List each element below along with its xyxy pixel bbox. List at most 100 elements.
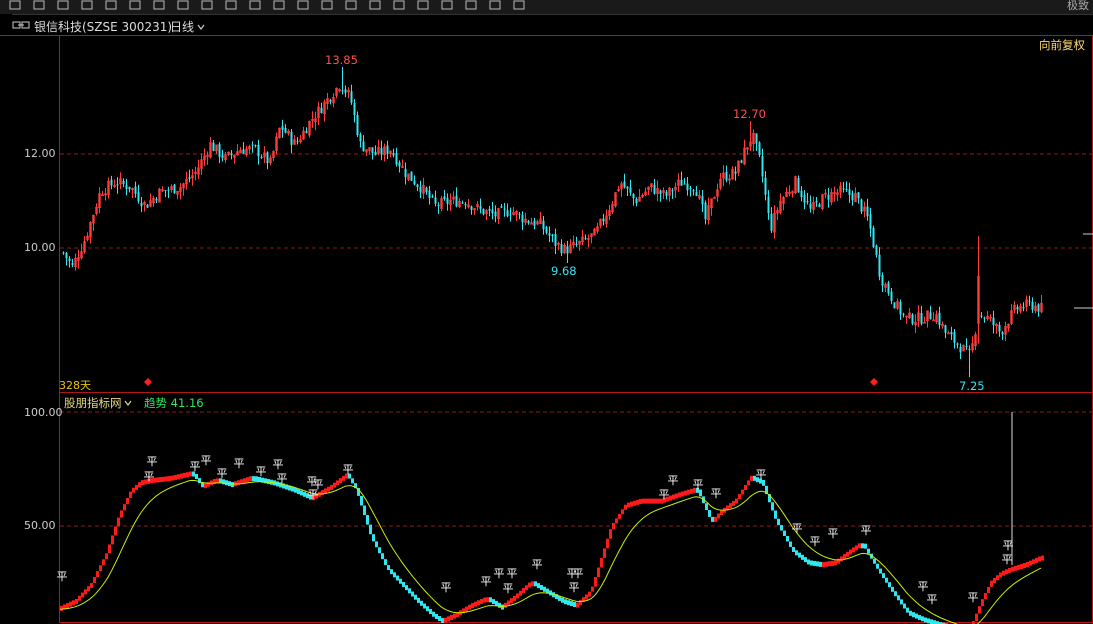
flat-marker: 平 [968, 591, 979, 604]
trend-bar [474, 601, 477, 607]
candle-body [629, 187, 632, 193]
candle-body [902, 313, 905, 315]
trend-bar [420, 600, 423, 606]
candle-body [797, 178, 800, 193]
trend-bar [654, 498, 657, 504]
candle-body [878, 254, 881, 277]
trend-bar [225, 480, 228, 486]
candle-body [881, 275, 884, 286]
trend-bar [801, 554, 804, 560]
candle-body [803, 195, 806, 203]
chart-canvas[interactable]: 平平平平 平平平平平平 平平平平平 平平 平平平平平平平平 平平平平平平 平平平 平平平 [0, 0, 1093, 624]
trend-bar [741, 489, 744, 495]
candle-body [1016, 306, 1019, 310]
trend-bar [882, 573, 885, 579]
trend-bar [879, 568, 882, 574]
candle-body [758, 142, 761, 156]
candle-body [767, 196, 770, 214]
trend-bar [450, 614, 453, 620]
trend-value: 41.16 [170, 396, 204, 410]
trend-bar [921, 616, 924, 622]
candle-body [386, 145, 389, 155]
trend-bar [735, 498, 738, 504]
candle-body [134, 186, 137, 194]
trend-bar [651, 498, 654, 504]
trend-bar [483, 597, 486, 603]
trend-bar [681, 491, 684, 497]
trend-bar [978, 606, 981, 614]
trend-bar [744, 484, 747, 490]
flat-marker: 平 [927, 593, 938, 606]
candle-body [671, 190, 674, 192]
trend-bar [900, 599, 903, 605]
trend-bar [825, 561, 828, 567]
trend-bar [567, 600, 570, 606]
trend-bar [591, 586, 594, 592]
candle-body [998, 324, 1001, 332]
candle-body [899, 301, 902, 315]
trend-bar [87, 586, 90, 592]
candle-body [872, 227, 875, 247]
trend-bar [405, 585, 408, 591]
trend-bar [66, 603, 69, 609]
candle-body [167, 189, 170, 191]
candle-body [626, 186, 629, 189]
trend-bar [339, 478, 342, 484]
trend-bar [912, 612, 915, 618]
trend-bar [468, 604, 471, 610]
flat-marker: 平 [918, 580, 929, 593]
trend-bar [588, 591, 591, 597]
candle-body [62, 252, 65, 254]
trend-bar [783, 530, 786, 537]
candle-body [764, 177, 767, 195]
candle-body [488, 208, 491, 211]
trend-bar [264, 478, 267, 484]
trend-bar [489, 597, 492, 603]
candle-body [584, 238, 587, 240]
y-tick-12: 12.00 [24, 147, 56, 160]
candle-body [623, 181, 626, 188]
candle-body [353, 103, 356, 116]
trend-bar [78, 595, 81, 601]
indicator-selector[interactable]: 股朋指标网 [64, 395, 132, 411]
trend-bar [390, 569, 393, 575]
trend-bar [471, 603, 474, 609]
trend-bar [816, 561, 819, 567]
trend-bar [426, 606, 429, 612]
candle-body [692, 190, 695, 192]
trend-bar [792, 546, 795, 552]
trend-bar [207, 481, 210, 487]
trend-bar [513, 595, 516, 601]
candle-body [1001, 332, 1004, 335]
flat-marker: 平 [532, 558, 543, 571]
flat-marker: 平 [273, 458, 284, 471]
trend-bar [777, 518, 780, 526]
trend-bar [648, 498, 651, 504]
candle-body [137, 192, 140, 202]
flat-marker: 平 [569, 581, 580, 594]
candle-body [866, 206, 869, 217]
trend-bar [720, 510, 723, 516]
candle-body [398, 162, 401, 167]
signal-diamond [870, 378, 878, 386]
trend-bar [633, 500, 636, 506]
trend-bar [861, 543, 864, 549]
candle-body [965, 346, 968, 348]
candle-body [464, 204, 467, 206]
trend-bar [993, 577, 996, 583]
trend-bar [165, 476, 168, 482]
trend-bar [840, 556, 843, 562]
flat-marker: 平 [1002, 553, 1013, 566]
adjust-mode-button[interactable]: 向前复权 [1039, 37, 1085, 53]
candle-body [425, 187, 428, 193]
candle-body [404, 168, 407, 178]
flat-marker: 平 [190, 460, 201, 473]
trend-bar [675, 493, 678, 499]
trend-bar [678, 492, 681, 498]
candle-body [290, 131, 293, 145]
candle-body [260, 157, 263, 159]
flat-marker: 平 [144, 470, 155, 483]
candle-body [1022, 307, 1025, 309]
trend-bar [927, 618, 930, 624]
trend-bar [864, 543, 867, 549]
